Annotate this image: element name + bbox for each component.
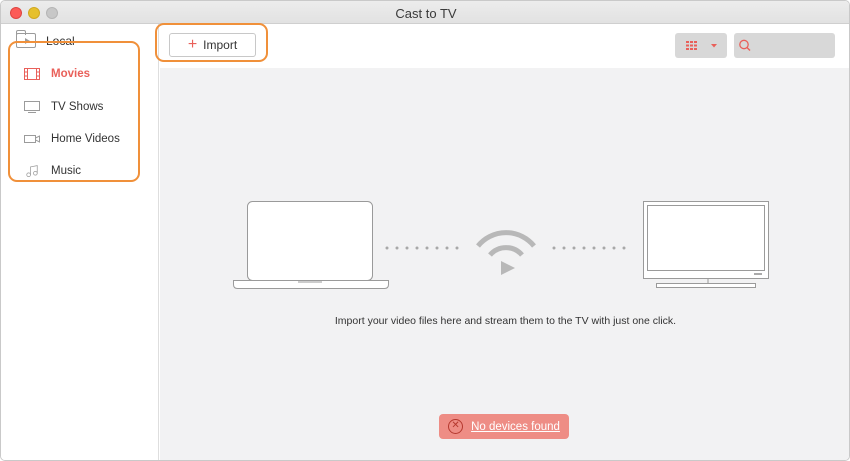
film-icon [24,68,40,80]
app-window: Cast to TV Local Movies TV Shows Home Vi… [0,0,850,461]
connection-dots-right [552,246,626,250]
chevron-down-icon [711,44,717,48]
empty-state-message: Import your video files here and stream … [334,315,677,327]
video-camera-icon [24,135,40,143]
no-devices-label: No devices found [471,420,560,433]
no-devices-button[interactable]: ✕ No devices found [439,414,569,439]
sidebar-item-home-videos[interactable]: Home Videos [24,133,120,145]
search-input[interactable] [734,33,835,58]
music-note-icon [26,165,38,177]
cast-illustration [233,201,769,289]
title-bar: Cast to TV [1,1,849,24]
search-icon [739,39,751,51]
sidebar-item-label: Home Videos [51,133,120,145]
wifi-cast-icon [476,230,536,275]
import-label: Import [203,38,238,52]
tv-icon [643,201,769,288]
main-content: Import your video files here and stream … [160,68,849,460]
sidebar-item-label: Movies [51,68,90,80]
sidebar-item-tv-shows[interactable]: TV Shows [24,101,103,113]
view-mode-button[interactable] [675,33,727,58]
window-title: Cast to TV [395,6,457,21]
sidebar-item-movies[interactable]: Movies [24,68,90,80]
sidebar-item-label: Music [51,165,82,177]
plus-icon: + [187,36,198,53]
sidebar-item-label: TV Shows [51,101,104,113]
import-button[interactable]: + Import [169,33,256,57]
sidebar-item-music[interactable]: Music [24,165,81,177]
tv-icon [24,101,40,113]
grid-view-icon [686,41,717,50]
laptop-icon [233,201,389,289]
close-circle-icon: ✕ [448,419,464,434]
connection-dots-left [385,246,459,250]
